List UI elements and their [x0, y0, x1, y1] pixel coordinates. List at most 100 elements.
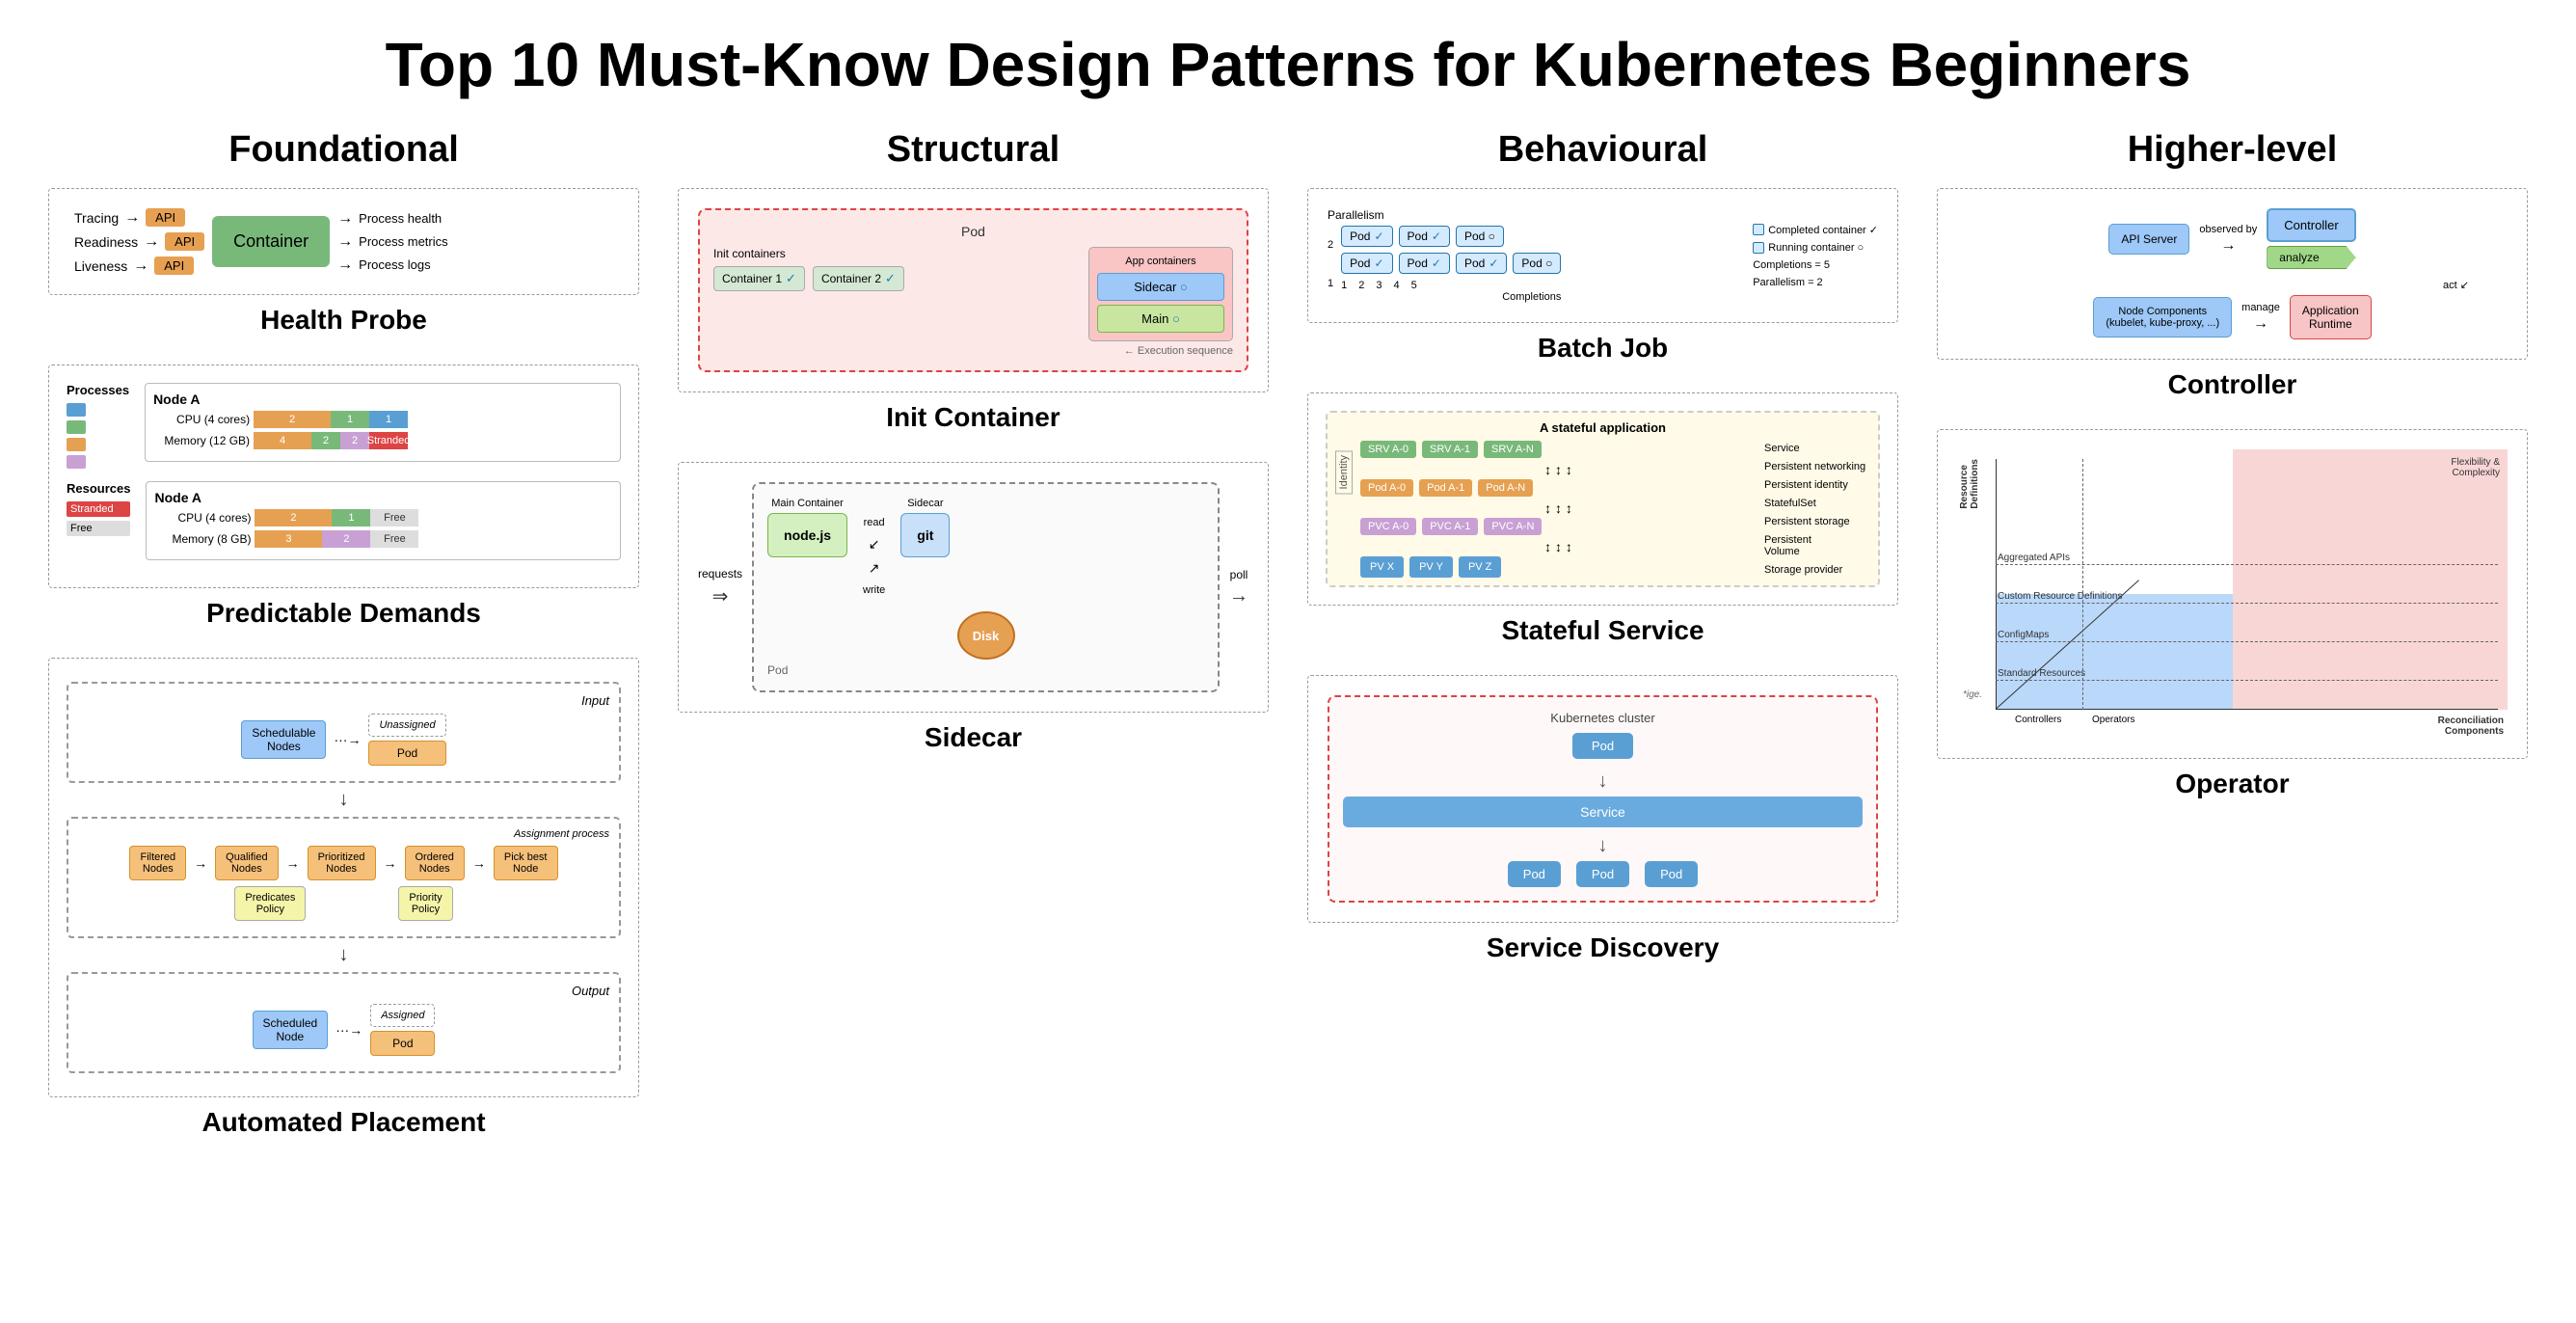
ss-outer-box: A stateful application Identity SRV A-0	[1326, 411, 1880, 587]
sc-main-container-label: Main Container	[771, 498, 844, 509]
health-probe-title: Health Probe	[260, 305, 427, 336]
ss-pod-an: Pod A-N	[1478, 479, 1533, 497]
ss-arrow-pvc-pv: ↕ ↕ ↕	[1360, 539, 1757, 554]
health-probe-diagram: Tracing → API Readiness → API Liveness →…	[48, 188, 639, 295]
sc-requests-label: requests	[698, 567, 742, 580]
op-controllers-label: Controllers	[2015, 715, 2061, 725]
automated-placement-title: Automated Placement	[201, 1107, 485, 1138]
pattern-predictable-demands: Processes Node A	[48, 364, 639, 629]
ic-main-box: Main ○	[1097, 305, 1224, 333]
pd-mem-label-1: Memory (12 GB)	[153, 434, 250, 447]
op-aggregated-apis: Aggregated APIs	[1998, 553, 2070, 563]
ctrl-controller-box: Controller	[2267, 208, 2355, 242]
hp-api-1: API	[146, 208, 185, 227]
ss-arrow-srv-pod: ↕ ↕ ↕	[1360, 462, 1757, 477]
bj-row-1: Pod ✓ Pod ✓ Pod ✓ Pod ○	[1341, 253, 1561, 274]
pd-mem-label-2: Memory (8 GB)	[154, 532, 251, 546]
pattern-service-discovery: Kubernetes cluster Pod ↓ Service ↓ Pod P…	[1307, 675, 1898, 963]
ss-pvc-a0: PVC A-0	[1360, 518, 1416, 535]
bj-parallelism-label: Parallelism	[1328, 208, 1733, 222]
sc-write-label: write	[863, 584, 885, 596]
op-attribution: *ige.	[1963, 689, 1982, 700]
ctrl-api-server: API Server	[2108, 224, 2189, 255]
page-title: Top 10 Must-Know Design Patterns for Kub…	[39, 29, 2537, 100]
ss-persistent-volume-label: PersistentVolume	[1764, 534, 1870, 557]
ss-pod-a1: Pod A-1	[1419, 479, 1472, 497]
ctrl-manage-label: manage	[2241, 302, 2280, 313]
ss-srv-a1: SRV A-1	[1422, 441, 1478, 458]
pattern-stateful-service: A stateful application Identity SRV A-0	[1307, 392, 1898, 646]
pattern-operator: ResourceDefinitions ReconciliationCompon…	[1937, 429, 2528, 799]
hp-right-labels: → Process health → Process metrics → Pro…	[337, 210, 447, 274]
pd-node-a2: Node A CPU (4 cores) 2 1 Free	[146, 481, 621, 560]
sd-cluster-label: Kubernetes cluster	[1343, 711, 1863, 725]
pattern-sidecar: requests ⇒ Main Container node.js read	[678, 462, 1269, 753]
ap-prioritized: PrioritizedNodes	[308, 846, 376, 880]
hp-api-3: API	[154, 256, 194, 275]
bj-completed-legend: Completed container ✓	[1753, 224, 1878, 236]
col-behavioural: Behavioural Parallelism 2 1	[1298, 129, 1908, 1167]
ic-sidecar-box: Sidecar ○	[1097, 273, 1224, 301]
bj-pod-1: Pod ✓	[1341, 226, 1392, 247]
controller-diagram: API Server observed by → Controller anal…	[1937, 188, 2528, 360]
op-configmaps: ConfigMaps	[1998, 630, 2049, 640]
ap-pick-best: Pick bestNode	[494, 846, 558, 880]
sc-sidecar-container-label: Sidecar	[907, 498, 943, 509]
pd-stranded-legend: Stranded	[67, 501, 130, 517]
sd-pod-row: Pod Pod Pod	[1343, 861, 1863, 887]
automated-placement-diagram: Input SchedulableNodes ···→ Unassigned P…	[48, 658, 639, 1097]
pd-processes-label: Processes	[67, 383, 129, 397]
ic-exec-sequence-label: ← Execution sequence	[713, 345, 1233, 357]
ss-service-label: Service	[1764, 443, 1870, 454]
ap-schedulable-nodes: SchedulableNodes	[241, 720, 326, 759]
batch-job-title: Batch Job	[1538, 333, 1668, 364]
ap-pod-1: Pod	[368, 741, 445, 766]
ic-app-containers-label: App containers	[1097, 256, 1224, 267]
ss-srv-row: SRV A-0 SRV A-1 SRV A-N	[1360, 441, 1757, 458]
sd-pod-3: Pod	[1645, 861, 1698, 887]
bj-x-axis: 12345	[1341, 280, 1561, 291]
col-structural: Structural Pod App containers Sidecar ○ …	[668, 129, 1278, 1167]
ap-arrow-5: →	[472, 855, 486, 871]
col-title-foundational: Foundational	[48, 129, 639, 171]
service-discovery-diagram: Kubernetes cluster Pod ↓ Service ↓ Pod P…	[1307, 675, 1898, 923]
init-container-diagram: Pod App containers Sidecar ○ Main ○ Init…	[678, 188, 1269, 392]
ic-pod-box: Pod App containers Sidecar ○ Main ○ Init…	[698, 208, 1248, 372]
batch-job-diagram: Parallelism 2 1 Pod ✓	[1307, 188, 1898, 323]
init-container-title: Init Container	[886, 402, 1060, 433]
pattern-batch-job: Parallelism 2 1 Pod ✓	[1307, 188, 1898, 364]
stateful-service-title: Stateful Service	[1501, 615, 1704, 646]
pattern-automated-placement: Input SchedulableNodes ···→ Unassigned P…	[48, 658, 639, 1138]
op-standard-resources: Standard Resources	[1998, 668, 2085, 679]
predictable-demands-title: Predictable Demands	[206, 598, 481, 629]
bj-y-axis: 2 1	[1328, 226, 1333, 303]
ss-arrow-pod-pvc: ↕ ↕ ↕	[1360, 500, 1757, 516]
pd-node-a2-title: Node A	[154, 490, 612, 505]
bj-parallelism-eq: Parallelism = 2	[1753, 277, 1878, 288]
hp-process-health: Process health	[359, 211, 442, 226]
ap-arrow-2: →	[194, 855, 207, 871]
sc-git-box: git	[900, 513, 950, 557]
bj-completions-eq: Completions = 5	[1753, 259, 1878, 271]
ap-arrow-down-1: ↓	[67, 789, 621, 811]
ap-input-label: Input	[78, 693, 609, 708]
sd-pod-top: Pod	[1572, 733, 1633, 759]
op-x-label: ReconciliationComponents	[2438, 716, 2504, 737]
ap-input-box: Input SchedulableNodes ···→ Unassigned P…	[67, 682, 621, 783]
op-operators-label: Operators	[2092, 715, 2134, 725]
ic-container2: Container 2 ✓	[813, 266, 904, 291]
sc-read-label: read	[864, 517, 885, 528]
col-foundational: Foundational Tracing → API Readiness → A…	[39, 129, 649, 1167]
pd-resources-label: Resources	[67, 481, 130, 496]
ctrl-analyze-box: analyze	[2267, 246, 2355, 269]
ap-scheduled-node: ScheduledNode	[253, 1011, 329, 1049]
ap-assigned: Assigned	[370, 1004, 435, 1027]
bj-pod-2: Pod ✓	[1399, 226, 1450, 247]
hp-process-metrics: Process metrics	[359, 234, 447, 249]
ic-container1: Container 1 ✓	[713, 266, 805, 291]
ap-qualified: QualifiedNodes	[215, 846, 278, 880]
ap-arrow-down-2: ↓	[67, 944, 621, 966]
sd-service-box: Service	[1343, 796, 1863, 827]
sd-pod-2: Pod	[1576, 861, 1629, 887]
ctrl-node-components: Node Components(kubelet, kube-proxy, ...…	[2093, 297, 2232, 338]
